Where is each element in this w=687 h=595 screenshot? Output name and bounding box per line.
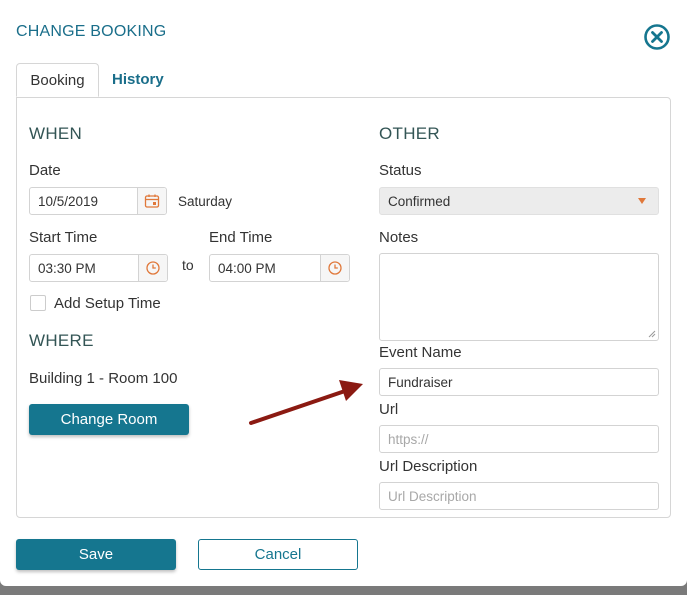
cancel-button[interactable]: Cancel — [198, 539, 358, 570]
resize-handle-icon[interactable] — [648, 330, 656, 338]
start-time-value: 03:30 PM — [38, 261, 96, 276]
clock-icon[interactable] — [138, 255, 167, 281]
url-label: Url — [379, 401, 399, 418]
calendar-icon[interactable] — [137, 188, 166, 214]
where-heading: WHERE — [29, 331, 94, 350]
change-room-button[interactable]: Change Room — [29, 404, 189, 435]
status-value: Confirmed — [388, 194, 451, 209]
status-select[interactable]: Confirmed — [379, 187, 659, 215]
end-time-label: End Time — [209, 229, 273, 246]
when-heading: WHEN — [29, 124, 83, 143]
url-input[interactable]: https:// — [379, 425, 659, 453]
date-field[interactable]: 10/5/2019 — [29, 187, 167, 215]
close-icon[interactable] — [643, 23, 671, 51]
setup-time-checkbox[interactable] — [30, 295, 46, 311]
event-name-label: Event Name — [379, 344, 462, 361]
tab-booking[interactable]: Booking — [16, 63, 99, 97]
tab-history[interactable]: History — [100, 63, 176, 97]
end-time-value: 04:00 PM — [218, 261, 276, 276]
url-placeholder: https:// — [388, 432, 429, 447]
end-time-field[interactable]: 04:00 PM — [209, 254, 350, 282]
other-heading: OTHER — [379, 124, 440, 143]
event-name-input[interactable]: Fundraiser — [379, 368, 659, 396]
annotation-arrow-icon — [249, 380, 363, 425]
date-value: 10/5/2019 — [38, 194, 99, 209]
start-time-field[interactable]: 03:30 PM — [29, 254, 168, 282]
start-time-label: Start Time — [29, 229, 98, 246]
url-description-input[interactable]: Url Description — [379, 482, 659, 510]
setup-time-label: Add Setup Time — [54, 295, 161, 312]
to-text: to — [182, 257, 194, 273]
notes-label: Notes — [379, 229, 419, 246]
save-button[interactable]: Save — [16, 539, 176, 570]
url-description-placeholder: Url Description — [388, 489, 477, 504]
status-label: Status — [379, 162, 422, 179]
room-name: Building 1 - Room 100 — [29, 370, 178, 387]
change-booking-dialog: CHANGE BOOKING Booking History WHEN Date… — [0, 0, 687, 586]
day-of-week: Saturday — [178, 194, 233, 209]
notes-textarea[interactable] — [379, 253, 659, 341]
url-description-label: Url Description — [379, 458, 478, 475]
event-name-value: Fundraiser — [388, 375, 453, 390]
caret-down-icon — [638, 198, 646, 204]
dialog-title: CHANGE BOOKING — [16, 23, 167, 40]
date-label: Date — [29, 162, 61, 179]
booking-panel: WHEN Date 10/5/2019 Saturday Start Time … — [16, 97, 671, 518]
clock-icon[interactable] — [320, 255, 349, 281]
